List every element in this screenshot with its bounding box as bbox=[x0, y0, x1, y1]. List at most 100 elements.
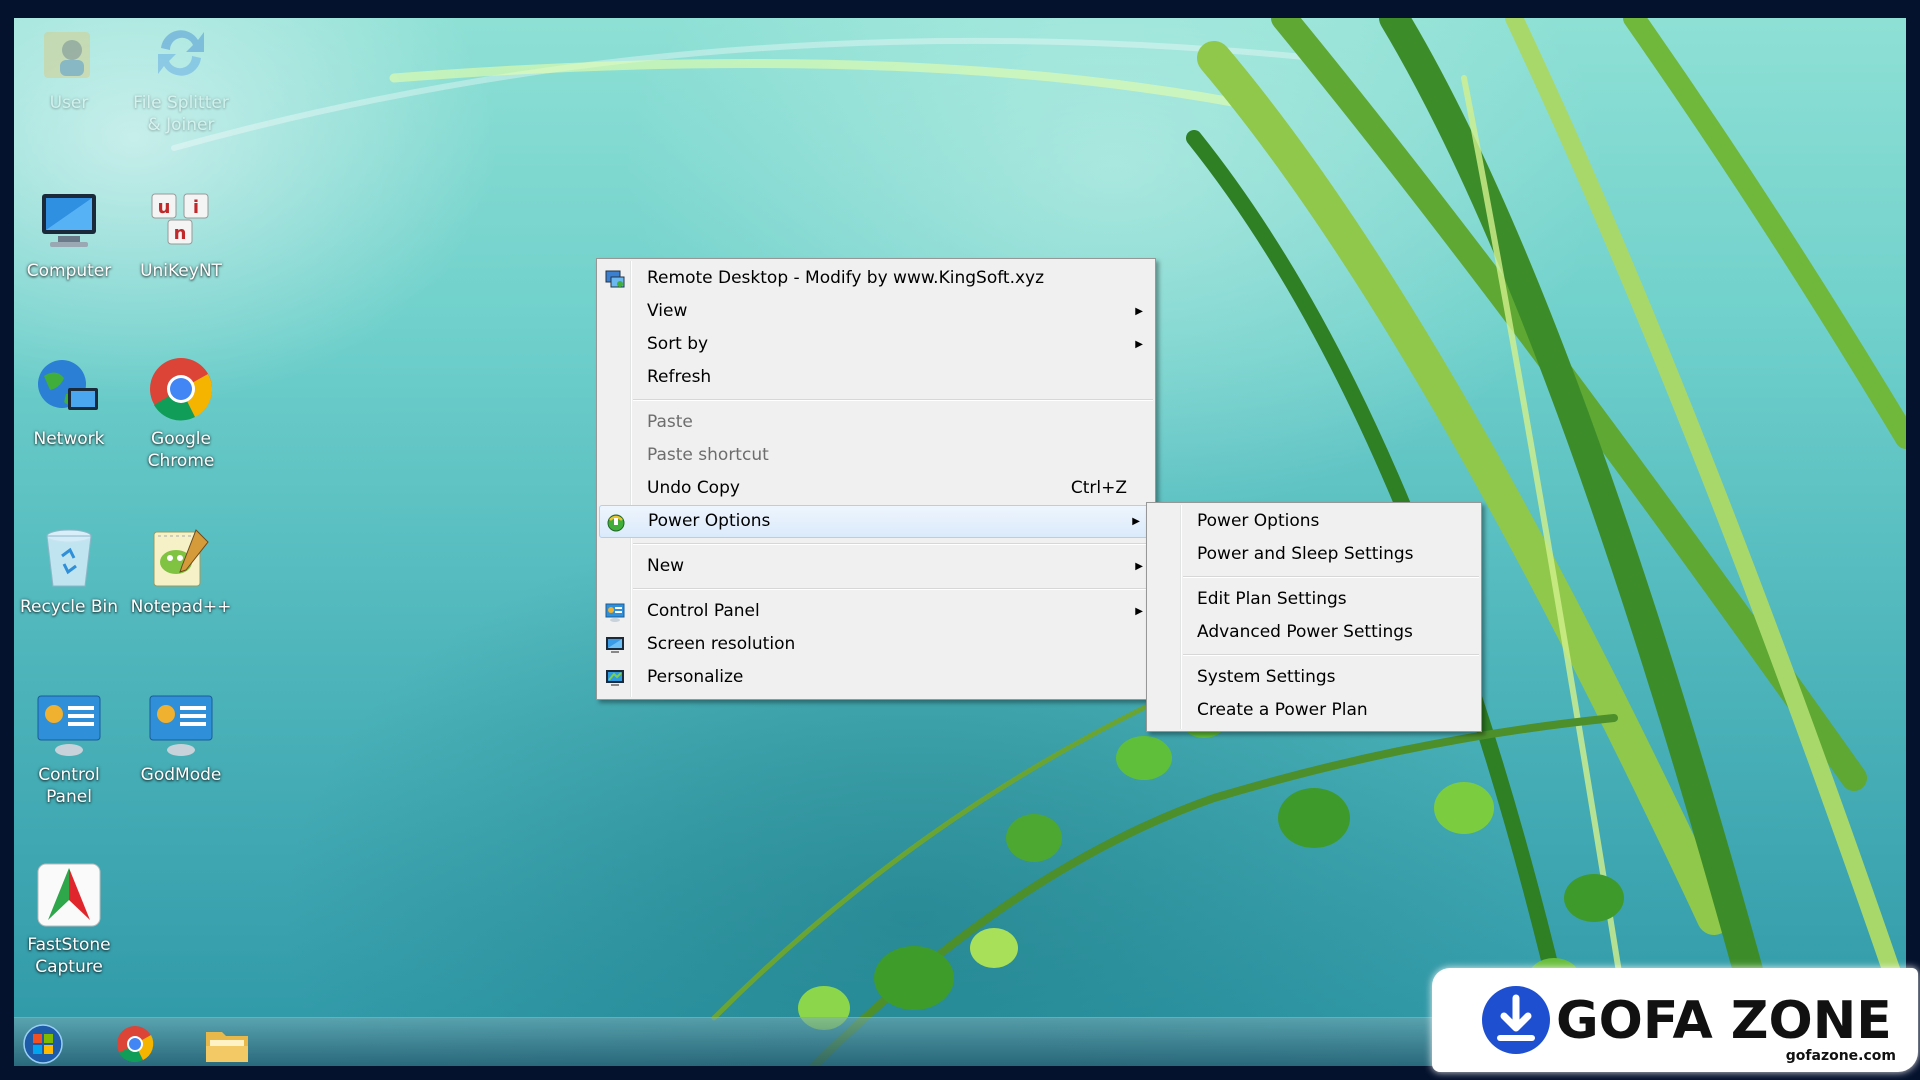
menu-separator bbox=[1183, 654, 1479, 656]
menu-item-personalize[interactable]: Personalize bbox=[597, 661, 1155, 694]
submenu-item-advanced-power-settings[interactable]: Advanced Power Settings bbox=[1147, 616, 1481, 649]
svg-text:u: u bbox=[158, 197, 171, 218]
menu-item-paste: Paste bbox=[597, 406, 1155, 439]
desktop-icon-file-splitter[interactable]: File Splitter & Joiner bbox=[126, 18, 236, 136]
desktop-icon-user[interactable]: User bbox=[14, 18, 124, 114]
menu-item-shortcut: Ctrl+Z bbox=[1070, 478, 1127, 498]
menu-item-label: Edit Plan Settings bbox=[1197, 589, 1347, 609]
submenu-item-system-settings[interactable]: System Settings bbox=[1147, 661, 1481, 694]
menu-item-label: Control Panel bbox=[647, 601, 760, 621]
unikey-icon: u i n bbox=[151, 193, 209, 245]
menu-item-label: New bbox=[647, 556, 685, 576]
brand-domain: gofazone.com bbox=[1786, 1048, 1896, 1064]
menu-item-view[interactable]: View ▶ bbox=[597, 295, 1155, 328]
menu-item-label: Power Options bbox=[648, 511, 771, 531]
desktop-icon-label: Computer bbox=[26, 261, 112, 281]
desktop-icon-unikey[interactable]: u i n UniKeyNT bbox=[126, 186, 236, 282]
menu-separator bbox=[1183, 576, 1479, 578]
gofazone-watermark: GOFA ZONE gofazone.com bbox=[1432, 968, 1918, 1072]
personalize-icon bbox=[606, 670, 624, 686]
control-panel-small-icon bbox=[605, 603, 625, 622]
control-panel-icon bbox=[37, 695, 101, 756]
desktop-icon-label: UniKeyNT bbox=[140, 261, 222, 281]
submenu-item-power-options[interactable]: Power Options bbox=[1147, 505, 1481, 538]
desktop-context-menu: Remote Desktop - Modify by www.KingSoft.… bbox=[596, 258, 1156, 700]
desktop-icon-label: Network bbox=[33, 429, 105, 449]
taskbar-explorer-button[interactable] bbox=[200, 1020, 254, 1064]
chrome-icon bbox=[150, 358, 213, 421]
desktop-icon-network[interactable]: Network bbox=[14, 354, 124, 450]
submenu-arrow-icon: ▶ bbox=[1135, 306, 1143, 317]
menu-item-label: Screen resolution bbox=[647, 634, 796, 654]
desktop-icon-label: Recycle Bin bbox=[19, 597, 118, 617]
submenu-arrow-icon: ▶ bbox=[1135, 606, 1143, 617]
menu-item-power-options[interactable]: Power Options ▶ bbox=[599, 505, 1153, 538]
power-options-icon bbox=[607, 514, 625, 532]
computer-icon bbox=[42, 194, 96, 247]
menu-item-label: Paste bbox=[647, 412, 693, 432]
menu-item-label: Undo Copy bbox=[647, 478, 740, 498]
menu-item-label: Refresh bbox=[647, 367, 712, 387]
menu-item-label: Create a Power Plan bbox=[1197, 700, 1368, 720]
network-icon bbox=[38, 360, 98, 410]
start-orb-icon bbox=[23, 1024, 63, 1064]
desktop-icon-label: User bbox=[49, 93, 89, 113]
desktop-icon-control-panel[interactable]: Control Panel bbox=[14, 690, 124, 808]
power-options-submenu: Power Options Power and Sleep Settings E… bbox=[1146, 502, 1482, 732]
start-button[interactable] bbox=[16, 1020, 70, 1064]
menu-item-paste-shortcut: Paste shortcut bbox=[597, 439, 1155, 472]
svg-text:i: i bbox=[193, 197, 199, 218]
menu-item-screen-resolution[interactable]: Screen resolution bbox=[597, 628, 1155, 661]
user-folder-icon bbox=[44, 32, 90, 78]
file-splitter-icon bbox=[158, 30, 204, 76]
desktop-icon-faststone[interactable]: FastStone Capture bbox=[14, 860, 124, 978]
screen-resolution-icon bbox=[606, 637, 624, 653]
desktop-icon-label: FastStone Capture bbox=[27, 935, 111, 977]
menu-item-label: System Settings bbox=[1197, 667, 1336, 687]
menu-separator bbox=[633, 543, 1153, 545]
desktop-icon-label: Notepad++ bbox=[130, 597, 232, 617]
menu-item-label: Advanced Power Settings bbox=[1197, 622, 1413, 642]
menu-item-label: Power and Sleep Settings bbox=[1197, 544, 1414, 564]
svg-text:n: n bbox=[174, 223, 187, 244]
submenu-arrow-icon: ▶ bbox=[1135, 561, 1143, 572]
menu-item-label: Remote Desktop - Modify by www.KingSoft.… bbox=[647, 268, 1045, 288]
taskbar-chrome-button[interactable] bbox=[108, 1020, 162, 1064]
menu-separator bbox=[633, 588, 1153, 590]
notepadpp-icon bbox=[153, 529, 209, 587]
menu-item-new[interactable]: New ▶ bbox=[597, 550, 1155, 583]
desktop-icon-godmode[interactable]: GodMode bbox=[126, 690, 236, 786]
menu-item-undo-copy[interactable]: Undo Copy Ctrl+Z bbox=[597, 472, 1155, 505]
desktop-icon-label: File Splitter & Joiner bbox=[133, 93, 229, 135]
explorer-taskbar-icon bbox=[206, 1032, 248, 1062]
desktop-icon-label: Google Chrome bbox=[147, 429, 215, 471]
desktop-icon-notepadpp[interactable]: Notepad++ bbox=[126, 522, 236, 618]
menu-item-control-panel[interactable]: Control Panel ▶ bbox=[597, 595, 1155, 628]
submenu-item-create-power-plan[interactable]: Create a Power Plan bbox=[1147, 694, 1481, 727]
submenu-item-power-sleep-settings[interactable]: Power and Sleep Settings bbox=[1147, 538, 1481, 571]
menu-item-label: Power Options bbox=[1197, 511, 1320, 531]
submenu-arrow-icon: ▶ bbox=[1135, 339, 1143, 350]
menu-item-sort-by[interactable]: Sort by ▶ bbox=[597, 328, 1155, 361]
menu-item-label: Sort by bbox=[647, 334, 709, 354]
brand-text: GOFA ZONE bbox=[1556, 991, 1892, 1051]
menu-item-label: View bbox=[647, 301, 688, 321]
remote-desktop-icon bbox=[605, 270, 625, 288]
menu-item-remote-desktop[interactable]: Remote Desktop - Modify by www.KingSoft.… bbox=[597, 262, 1155, 295]
desktop-icon-recycle-bin[interactable]: Recycle Bin bbox=[14, 522, 124, 618]
godmode-icon bbox=[149, 695, 213, 756]
menu-item-label: Personalize bbox=[647, 667, 744, 687]
menu-item-refresh[interactable]: Refresh bbox=[597, 361, 1155, 394]
chrome-taskbar-icon bbox=[117, 1026, 154, 1063]
desktop-icon-label: GodMode bbox=[140, 765, 222, 785]
recycle-bin-icon bbox=[46, 529, 92, 587]
submenu-item-edit-plan-settings[interactable]: Edit Plan Settings bbox=[1147, 583, 1481, 616]
menu-separator bbox=[633, 399, 1153, 401]
desktop-icon-chrome[interactable]: Google Chrome bbox=[126, 354, 236, 472]
menu-item-label: Paste shortcut bbox=[647, 445, 769, 465]
faststone-icon bbox=[37, 863, 101, 927]
desktop-icon-label: Control Panel bbox=[38, 765, 100, 807]
desktop-icon-computer[interactable]: Computer bbox=[14, 186, 124, 282]
gofazone-logo-icon: GOFA ZONE gofazone.com bbox=[1482, 986, 1896, 1064]
submenu-arrow-icon: ▶ bbox=[1132, 516, 1140, 527]
